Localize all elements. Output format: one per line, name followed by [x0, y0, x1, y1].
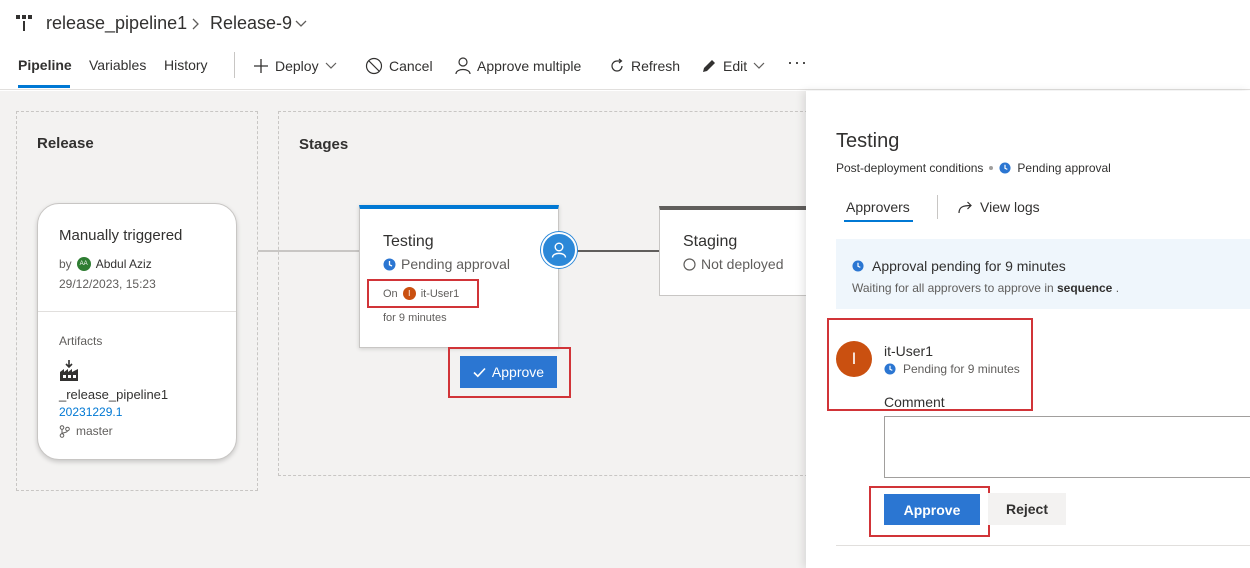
plus-icon: [253, 58, 269, 74]
trigger-user-name: Abdul Aziz: [95, 257, 152, 271]
dot-separator: [989, 166, 994, 170]
info-desc-prefix: Waiting for all approvers to approve in: [852, 281, 1054, 295]
avatar: I: [402, 287, 416, 300]
tab-variables[interactable]: Variables: [89, 57, 146, 73]
trigger-datetime: 29/12/2023, 15:23: [59, 277, 156, 291]
staging-stage-name: Staging: [683, 233, 738, 250]
info-banner-description: Waiting for all approvers to approve in …: [852, 281, 1119, 295]
more-options-icon[interactable]: ···: [787, 52, 808, 73]
approvals-person-icon[interactable]: [541, 232, 577, 268]
info-desc-bold: sequence: [1057, 281, 1113, 295]
approve-multiple-button[interactable]: Approve multiple: [455, 56, 581, 76]
tab-divider: [937, 195, 938, 219]
approver-status: Pending for 9 minutes: [884, 362, 1020, 376]
view-logs-label: View logs: [980, 199, 1040, 215]
deploy-button[interactable]: Deploy: [253, 56, 337, 76]
view-logs-link[interactable]: View logs: [958, 199, 1040, 215]
testing-status-label: Pending approval: [401, 256, 510, 272]
avatar: AA: [76, 257, 91, 271]
testing-stage-name: Testing: [383, 233, 434, 250]
empty-circle-icon: [683, 257, 696, 271]
person-icon: [455, 57, 471, 75]
clock-icon: [884, 363, 896, 375]
checkmark-icon: [473, 367, 486, 378]
staging-status-label: Not deployed: [701, 256, 784, 272]
refresh-label: Refresh: [631, 58, 681, 74]
chevron-down-icon: [753, 62, 765, 70]
staging-stage-status: Not deployed: [683, 256, 784, 272]
panel-divider: [836, 545, 1250, 546]
artifact-branch: master: [59, 424, 113, 438]
clock-icon: [852, 260, 864, 272]
connector-line: [258, 250, 360, 252]
approve-label: Approve: [491, 364, 545, 380]
testing-stage-status: Pending approval: [383, 256, 510, 272]
cancel-label: Cancel: [389, 58, 433, 74]
approve-stage-button[interactable]: Approve: [460, 356, 557, 388]
branch-icon: [59, 424, 70, 438]
condition-label: Post-deployment conditions: [836, 161, 984, 175]
release-section-title: Release: [37, 135, 94, 152]
by-label: by: [59, 257, 72, 271]
testing-stage-card[interactable]: [359, 205, 559, 348]
cancel-button[interactable]: Cancel: [365, 56, 433, 76]
toolbar-divider: [234, 52, 235, 78]
connector-line: [576, 250, 660, 252]
comment-label: Comment: [884, 394, 945, 410]
header-bar: [0, 0, 1250, 90]
refresh-button[interactable]: Refresh: [609, 56, 680, 76]
info-banner-title: Approval pending for 9 minutes: [852, 258, 1066, 274]
panel-subtitle: Post-deployment conditions Pending appro…: [836, 161, 1111, 175]
tab-approvers[interactable]: Approvers: [846, 199, 910, 215]
share-arrow-icon: [958, 201, 973, 214]
clock-icon: [383, 258, 396, 271]
pipeline-icon: [16, 14, 34, 32]
edit-label: Edit: [723, 58, 748, 74]
release-dropdown-chevron-icon[interactable]: [295, 20, 307, 28]
approver-name: it-User1: [420, 287, 460, 300]
active-tab-indicator: [844, 220, 913, 222]
info-desc-suffix: .: [1115, 281, 1120, 295]
card-divider: [38, 311, 236, 312]
breadcrumb-release-title[interactable]: Release-9: [210, 13, 292, 34]
breadcrumb-chevron-icon: [190, 17, 200, 31]
on-label: On: [383, 287, 398, 300]
comment-input[interactable]: [884, 416, 1250, 478]
artifact-version-link[interactable]: 20231229.1: [59, 405, 122, 419]
branch-name: master: [76, 424, 113, 438]
deploy-label: Deploy: [275, 58, 319, 74]
tab-pipeline[interactable]: Pipeline: [18, 57, 72, 73]
pending-duration: for 9 minutes: [383, 312, 447, 324]
breadcrumb-pipeline-link[interactable]: release_pipeline1: [46, 13, 187, 34]
chevron-down-icon: [325, 62, 337, 70]
build-artifact-icon: [59, 360, 79, 382]
subtitle-status: Pending approval: [1017, 161, 1111, 175]
approve-button[interactable]: Approve: [884, 494, 980, 525]
reject-button[interactable]: Reject: [988, 493, 1066, 525]
cancel-icon: [365, 57, 383, 75]
pencil-icon: [701, 58, 717, 74]
staging-stage-card[interactable]: [659, 206, 819, 296]
trigger-title: Manually triggered: [59, 227, 183, 244]
artifacts-label: Artifacts: [59, 334, 103, 348]
approval-info-banner: [836, 239, 1250, 309]
clock-icon: [999, 162, 1011, 174]
artifact-name: _release_pipeline1: [59, 387, 169, 402]
refresh-icon: [609, 58, 625, 74]
approver-status-text: Pending for 9 minutes: [903, 362, 1020, 376]
stages-section-title: Stages: [299, 136, 349, 153]
avatar: I: [836, 341, 872, 377]
approver-name: it-User1: [884, 343, 934, 359]
panel-title: Testing: [836, 130, 900, 152]
pending-approver-chip: On I it-User1: [367, 279, 479, 308]
trigger-by-row: by AA Abdul Aziz: [59, 257, 152, 271]
edit-button[interactable]: Edit: [701, 56, 765, 76]
active-tab-indicator: [18, 85, 70, 88]
approve-multiple-label: Approve multiple: [477, 58, 582, 74]
info-title-text: Approval pending for 9 minutes: [872, 258, 1066, 274]
tab-history[interactable]: History: [164, 57, 208, 73]
